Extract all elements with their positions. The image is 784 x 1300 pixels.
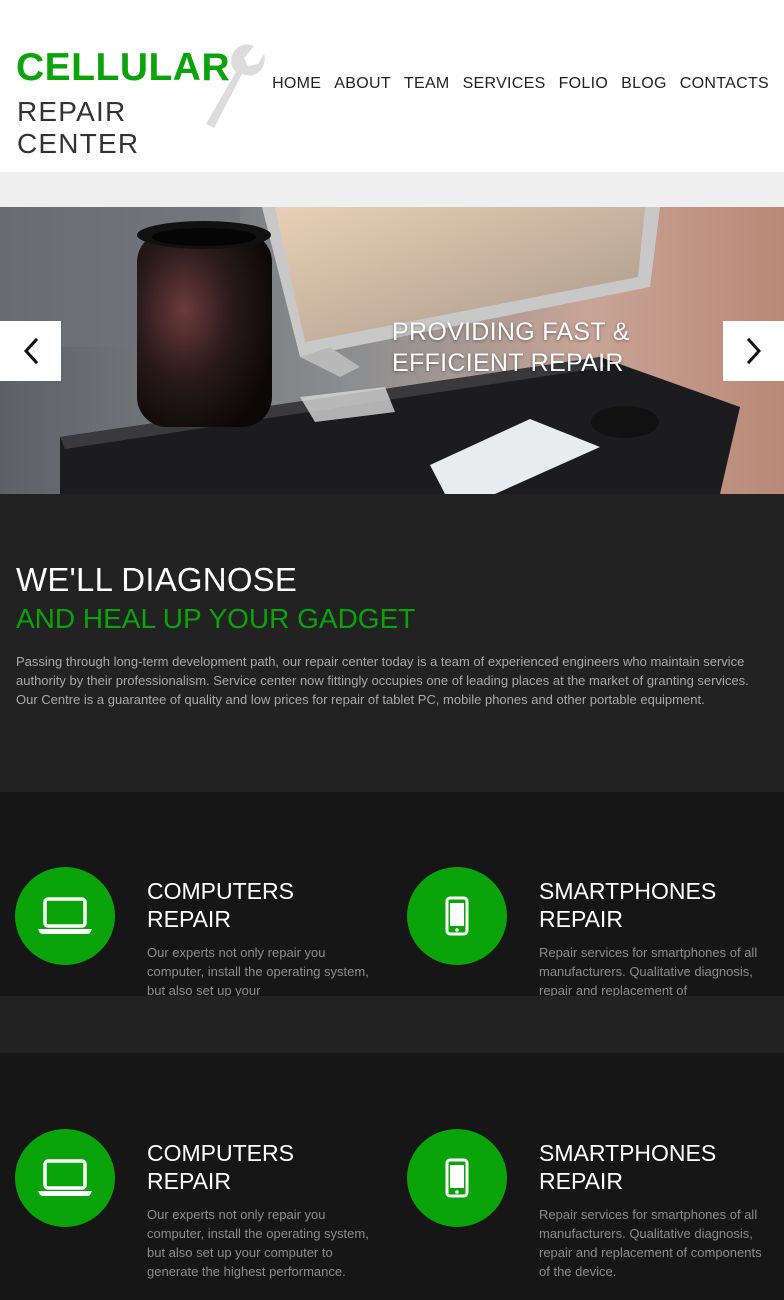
- services-section-1: COMPUTERS REPAIR Our experts not only re…: [0, 792, 784, 996]
- service-title-line-1: SMARTPHONES: [539, 1140, 717, 1166]
- site-logo[interactable]: CELLULAR REPAIR CENTER: [16, 44, 265, 159]
- service-icon-circle: [15, 1129, 115, 1227]
- header-divider-band: [0, 172, 784, 207]
- nav-about[interactable]: ABOUT: [321, 73, 391, 95]
- logo-subtitle: REPAIR CENTER: [17, 96, 140, 159]
- section-divider-strip: [0, 996, 784, 1053]
- smartphone-icon: [445, 1158, 469, 1198]
- service-title: SMARTPHONES REPAIR: [539, 1139, 769, 1195]
- laptop-icon: [38, 897, 92, 934]
- intro-title: WE'LL DIAGNOSE: [16, 561, 298, 598]
- hero-caption-line-2: EFFICIENT REPAIR: [392, 349, 624, 377]
- nav-contacts[interactable]: CONTACTS: [667, 73, 769, 95]
- service-title: COMPUTERS REPAIR: [147, 1139, 377, 1195]
- smartphone-icon: [445, 896, 469, 936]
- service-text: Repair services for smartphones of all m…: [539, 945, 758, 996]
- laptop-icon: [38, 1159, 92, 1196]
- hero-slider: PROVIDING FAST & EFFICIENT REPAIR: [0, 207, 784, 494]
- nav-home[interactable]: HOME: [272, 73, 321, 95]
- site-header: CELLULAR REPAIR CENTER HOME ABOUT TEAM S…: [0, 0, 784, 172]
- hero-caption-line-1: PROVIDING FAST &: [392, 318, 630, 346]
- chevron-left-icon: [23, 337, 38, 365]
- service-title-line-2: REPAIR: [539, 906, 623, 932]
- slider-prev-button[interactable]: [0, 321, 61, 381]
- nav-services[interactable]: SERVICES: [450, 73, 546, 95]
- service-title-line-1: COMPUTERS: [147, 878, 294, 904]
- service-title-line-1: COMPUTERS: [147, 1140, 294, 1166]
- logo-title: CELLULAR: [16, 46, 231, 89]
- service-title-line-1: SMARTPHONES: [539, 878, 717, 904]
- service-text: Our experts not only repair you computer…: [147, 945, 369, 996]
- service-text: Our experts not only repair you computer…: [147, 1207, 369, 1279]
- nav-team[interactable]: TEAM: [391, 73, 450, 95]
- intro-section: WE'LL DIAGNOSE AND HEAL UP YOUR GADGET P…: [0, 494, 784, 792]
- service-title-line-2: REPAIR: [539, 1168, 623, 1194]
- services-section-2: COMPUTERS REPAIR Our experts not only re…: [0, 1053, 784, 1300]
- intro-text: Passing through long-term development pa…: [16, 654, 749, 707]
- slider-next-button[interactable]: [723, 321, 784, 381]
- service-title-line-2: REPAIR: [147, 1168, 231, 1194]
- service-icon-circle: [407, 867, 507, 965]
- chevron-right-icon: [746, 337, 761, 365]
- main-nav: HOME ABOUT TEAM SERVICES FOLIO BLOG CONT…: [272, 73, 769, 95]
- nav-folio[interactable]: FOLIO: [546, 73, 609, 95]
- service-text: Repair services for smartphones of all m…: [539, 1207, 762, 1279]
- service-icon-circle: [407, 1129, 507, 1227]
- intro-subtitle: AND HEAL UP YOUR GADGET: [16, 603, 416, 634]
- nav-blog[interactable]: BLOG: [608, 73, 667, 95]
- service-title: COMPUTERS REPAIR: [147, 877, 377, 933]
- hero-caption: PROVIDING FAST & EFFICIENT REPAIR: [392, 317, 630, 379]
- service-icon-circle: [15, 867, 115, 965]
- service-title-line-2: REPAIR: [147, 906, 231, 932]
- service-title: SMARTPHONES REPAIR: [539, 877, 769, 933]
